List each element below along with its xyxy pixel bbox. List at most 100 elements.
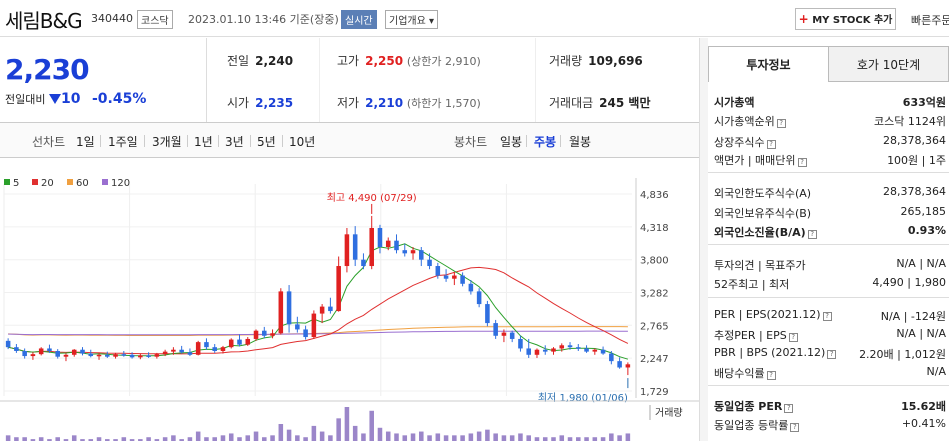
- quick-order-link[interactable]: 빠른주문: [911, 12, 949, 28]
- candle: [592, 349, 598, 352]
- candle: [162, 351, 168, 355]
- volume-bar: [162, 437, 168, 441]
- scrollbar[interactable]: [699, 38, 708, 441]
- investment-info-panel: 투자정보 호가 10단계 시가총액 633억원 시가총액순위? 코스닥 1124위 …: [708, 46, 949, 441]
- volume-bar: [187, 437, 193, 441]
- timestamp: 2023.01.10 13:46 기준(장중): [188, 13, 339, 26]
- volume-bar: [427, 435, 432, 441]
- low-price: 저가 2,210 (하한가 1,570): [337, 96, 481, 110]
- high-price: 고가 2,250 (상한가 2,910): [337, 54, 481, 68]
- candle: [427, 259, 432, 267]
- volume-bar: [443, 435, 449, 441]
- candle: [38, 348, 44, 355]
- candle: [71, 349, 77, 355]
- tab-1w[interactable]: 1주일: [108, 133, 138, 150]
- volume-bar: [14, 437, 19, 441]
- current-price: 2,230: [5, 53, 90, 86]
- candle: [419, 250, 424, 260]
- volume-bar: [551, 437, 556, 441]
- tab-hoga-10[interactable]: 호가 10단계: [828, 46, 949, 82]
- volume-bar: [476, 431, 482, 441]
- candle: [542, 349, 548, 352]
- legend-label: 20: [41, 178, 54, 189]
- candle: [253, 330, 259, 339]
- volume-bar: [493, 433, 498, 441]
- stock-name: 세림B&G: [5, 9, 83, 33]
- candle: [567, 345, 573, 348]
- candle: [96, 354, 102, 357]
- foreign-limit-row: 외국인한도주식수(A) 28,378,364: [714, 185, 946, 200]
- tab-weekly[interactable]: 주봉: [534, 133, 556, 150]
- volume-bar: [534, 437, 540, 441]
- volume-bar: [394, 433, 399, 441]
- y-tick-label: 4,318: [640, 223, 669, 234]
- candle: [319, 306, 325, 314]
- candle: [262, 330, 267, 336]
- volume-bar: [509, 435, 515, 441]
- candle: [129, 354, 135, 358]
- candle: [80, 349, 85, 354]
- volume-bar: [5, 435, 11, 441]
- volume-bar: [485, 429, 490, 441]
- current-price-box: 2,230 전일대비 10 -0.45%: [0, 38, 207, 122]
- candle: [460, 275, 465, 284]
- volume-bar: [270, 435, 275, 441]
- help-icon: ?: [788, 333, 798, 342]
- candle: [138, 355, 143, 358]
- candle: [435, 266, 441, 276]
- tab-10y[interactable]: 10년: [289, 133, 315, 150]
- legend-swatch: [102, 179, 108, 185]
- add-my-stock-button[interactable]: + MY STOCK 추가: [795, 8, 896, 30]
- candle: [361, 259, 366, 267]
- chevron-down-icon: ▾: [429, 16, 435, 27]
- volume-bar: [617, 435, 622, 441]
- tab-5y[interactable]: 5년: [257, 133, 276, 150]
- tab-investment-info[interactable]: 투자정보: [708, 46, 829, 82]
- volume-bar: [419, 431, 424, 441]
- realtime-tag[interactable]: 실시간: [341, 10, 377, 29]
- y-tick-label: 2,247: [640, 354, 669, 365]
- candle: [5, 340, 11, 348]
- line-chart-label: 선차트: [32, 135, 66, 149]
- candle: [303, 329, 308, 338]
- volume-bar: [352, 425, 358, 441]
- candle: [452, 275, 457, 279]
- candle: [146, 355, 151, 357]
- candle: [187, 352, 193, 355]
- volume-bar: [245, 435, 251, 441]
- tab-3m[interactable]: 3개월: [152, 133, 182, 150]
- candle: [154, 354, 160, 357]
- candle: [443, 275, 449, 279]
- est-per-row: 추정PER | EPS? N/A | N/A: [714, 327, 946, 342]
- volume-bar: [435, 433, 441, 441]
- price-change: 전일대비 10 -0.45%: [5, 91, 147, 107]
- candle: [394, 240, 399, 251]
- help-icon: ?: [776, 119, 786, 128]
- volume-bar: [228, 433, 234, 441]
- tab-1d[interactable]: 1일: [76, 133, 95, 150]
- tab-1y[interactable]: 1년: [194, 133, 213, 150]
- volume-bar: [600, 437, 606, 441]
- tab-monthly[interactable]: 월봉: [569, 133, 591, 150]
- volume-bar: [526, 435, 531, 441]
- per-row: PER | EPS(2021.12)? N/A | -124원: [714, 308, 946, 323]
- volume-bar: [460, 435, 465, 441]
- legend-label: 120: [111, 178, 130, 189]
- volume-bar: [303, 437, 308, 441]
- volume-bar: [237, 437, 242, 441]
- candle: [328, 306, 333, 312]
- candle: [278, 291, 284, 334]
- company-overview-button[interactable]: 기업개요 ▾: [385, 10, 439, 29]
- candle: [14, 347, 19, 351]
- trade-amount: 거래대금 245 백만: [549, 96, 651, 110]
- candle: [55, 350, 60, 357]
- candle: [295, 324, 300, 330]
- candle: [336, 266, 341, 312]
- y-tick-label: 2,765: [640, 321, 669, 332]
- volume-bar: [96, 437, 102, 441]
- tab-daily[interactable]: 일봉: [500, 133, 522, 150]
- weekly-candle-chart[interactable]: 4,836 4,318 3,800 3,282 2,765 2,247 1,729 5 20 60…: [0, 158, 699, 441]
- candle: [625, 364, 631, 368]
- candle: [485, 304, 490, 324]
- tab-3y[interactable]: 3년: [225, 133, 244, 150]
